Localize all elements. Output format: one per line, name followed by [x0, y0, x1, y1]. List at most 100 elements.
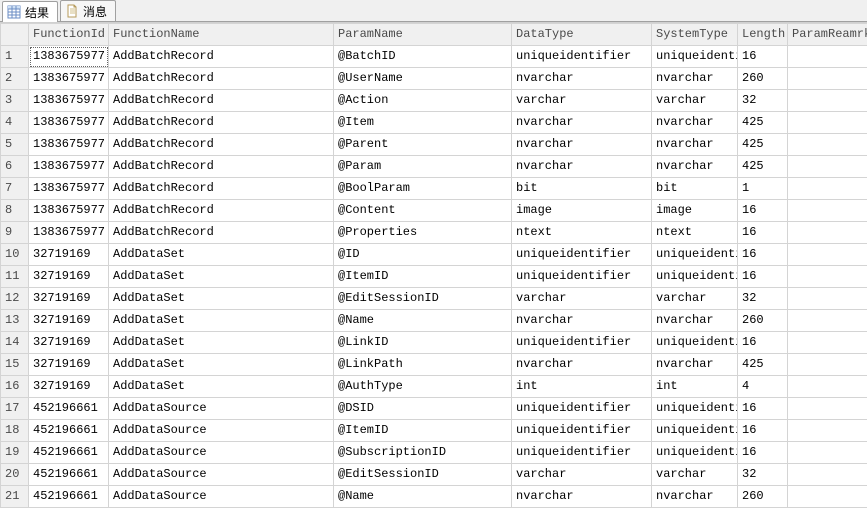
cell[interactable] [788, 200, 867, 222]
cell[interactable] [788, 68, 867, 90]
row-number[interactable]: 17 [1, 398, 29, 420]
cell[interactable]: image [512, 200, 652, 222]
row-number[interactable]: 11 [1, 266, 29, 288]
cell[interactable]: 32719169 [29, 288, 109, 310]
cell[interactable] [788, 376, 867, 398]
table-row[interactable]: 1332719169AddDataSet@Namenvarcharnvarcha… [1, 310, 867, 332]
cell[interactable]: 1383675977 [29, 46, 109, 68]
cell[interactable]: AddDataSet [109, 288, 334, 310]
cell[interactable] [788, 156, 867, 178]
cell[interactable] [788, 46, 867, 68]
table-row[interactable]: 20452196661AddDataSource@EditSessionIDva… [1, 464, 867, 486]
row-number[interactable]: 14 [1, 332, 29, 354]
cell[interactable]: AddDataSource [109, 420, 334, 442]
cell[interactable] [788, 420, 867, 442]
cell[interactable] [788, 244, 867, 266]
row-number[interactable]: 18 [1, 420, 29, 442]
cell[interactable]: AddBatchRecord [109, 200, 334, 222]
cell[interactable]: AddDataSet [109, 266, 334, 288]
table-row[interactable]: 11383675977AddBatchRecord@BatchIDuniquei… [1, 46, 867, 68]
cell[interactable]: nvarchar [512, 486, 652, 508]
cell[interactable]: varchar [652, 464, 738, 486]
row-number[interactable]: 13 [1, 310, 29, 332]
table-row[interactable]: 61383675977AddBatchRecord@Paramnvarcharn… [1, 156, 867, 178]
row-number[interactable]: 1 [1, 46, 29, 68]
cell[interactable]: uniqueidentifier [512, 332, 652, 354]
col-header[interactable]: Length [738, 24, 788, 46]
cell[interactable]: nvarchar [652, 486, 738, 508]
cell[interactable]: @Properties [334, 222, 512, 244]
cell[interactable]: @DSID [334, 398, 512, 420]
cell[interactable]: @BatchID [334, 46, 512, 68]
cell[interactable]: AddBatchRecord [109, 112, 334, 134]
table-row[interactable]: 41383675977AddBatchRecord@Itemnvarcharnv… [1, 112, 867, 134]
cell[interactable]: 16 [738, 332, 788, 354]
cell[interactable]: @Param [334, 156, 512, 178]
cell[interactable]: 16 [738, 420, 788, 442]
table-row[interactable]: 19452196661AddDataSource@SubscriptionIDu… [1, 442, 867, 464]
table-row[interactable]: 1132719169AddDataSet@ItemIDuniqueidentif… [1, 266, 867, 288]
table-row[interactable]: 1432719169AddDataSet@LinkIDuniqueidentif… [1, 332, 867, 354]
cell[interactable]: @Content [334, 200, 512, 222]
cell[interactable]: 260 [738, 310, 788, 332]
cell[interactable]: @Name [334, 310, 512, 332]
row-number[interactable]: 3 [1, 90, 29, 112]
cell[interactable]: 16 [738, 398, 788, 420]
cell[interactable]: 32 [738, 90, 788, 112]
cell[interactable]: 1383675977 [29, 222, 109, 244]
cell[interactable]: @BoolParam [334, 178, 512, 200]
cell[interactable]: image [652, 200, 738, 222]
row-number[interactable]: 5 [1, 134, 29, 156]
cell[interactable]: 16 [738, 442, 788, 464]
cell[interactable]: AddBatchRecord [109, 134, 334, 156]
cell[interactable]: 1383675977 [29, 68, 109, 90]
cell[interactable]: nvarchar [512, 156, 652, 178]
col-header[interactable]: DataType [512, 24, 652, 46]
cell[interactable]: 260 [738, 486, 788, 508]
cell[interactable]: 452196661 [29, 442, 109, 464]
cell[interactable]: varchar [652, 90, 738, 112]
table-row[interactable]: 81383675977AddBatchRecord@Contentimageim… [1, 200, 867, 222]
cell[interactable]: uniqueidentifier [512, 398, 652, 420]
cell[interactable] [788, 134, 867, 156]
cell[interactable] [788, 288, 867, 310]
cell[interactable]: AddBatchRecord [109, 222, 334, 244]
tab-results[interactable]: 结果 [2, 1, 58, 22]
cell[interactable]: uniqueidentifier [512, 420, 652, 442]
cell[interactable] [788, 310, 867, 332]
cell[interactable]: 1 [738, 178, 788, 200]
row-number[interactable]: 2 [1, 68, 29, 90]
cell[interactable]: 16 [738, 46, 788, 68]
cell[interactable]: nvarchar [652, 112, 738, 134]
cell[interactable]: @ItemID [334, 266, 512, 288]
cell[interactable]: varchar [512, 464, 652, 486]
cell[interactable]: ntext [512, 222, 652, 244]
cell[interactable]: 16 [738, 200, 788, 222]
cell[interactable]: @EditSessionID [334, 464, 512, 486]
table-row[interactable]: 1632719169AddDataSet@AuthTypeintint4 [1, 376, 867, 398]
cell[interactable]: 16 [738, 244, 788, 266]
cell[interactable]: AddDataSource [109, 398, 334, 420]
cell[interactable]: nvarchar [652, 310, 738, 332]
cell[interactable]: AddBatchRecord [109, 46, 334, 68]
cell[interactable] [788, 354, 867, 376]
cell[interactable]: 32 [738, 288, 788, 310]
row-number[interactable]: 8 [1, 200, 29, 222]
tab-messages[interactable]: 消息 [60, 0, 116, 21]
cell[interactable]: AddBatchRecord [109, 156, 334, 178]
row-number[interactable]: 15 [1, 354, 29, 376]
cell[interactable] [788, 442, 867, 464]
cell[interactable]: @LinkPath [334, 354, 512, 376]
cell[interactable]: AddDataSource [109, 442, 334, 464]
cell[interactable]: AddDataSet [109, 354, 334, 376]
cell[interactable]: 1383675977 [29, 200, 109, 222]
cell[interactable]: @Action [334, 90, 512, 112]
cell[interactable]: 32719169 [29, 310, 109, 332]
cell[interactable]: nvarchar [512, 310, 652, 332]
cell[interactable]: bit [652, 178, 738, 200]
cell[interactable]: uniqueidentifier [652, 266, 738, 288]
cell[interactable]: 16 [738, 266, 788, 288]
cell[interactable] [788, 178, 867, 200]
table-row[interactable]: 51383675977AddBatchRecord@Parentnvarchar… [1, 134, 867, 156]
row-number[interactable]: 21 [1, 486, 29, 508]
